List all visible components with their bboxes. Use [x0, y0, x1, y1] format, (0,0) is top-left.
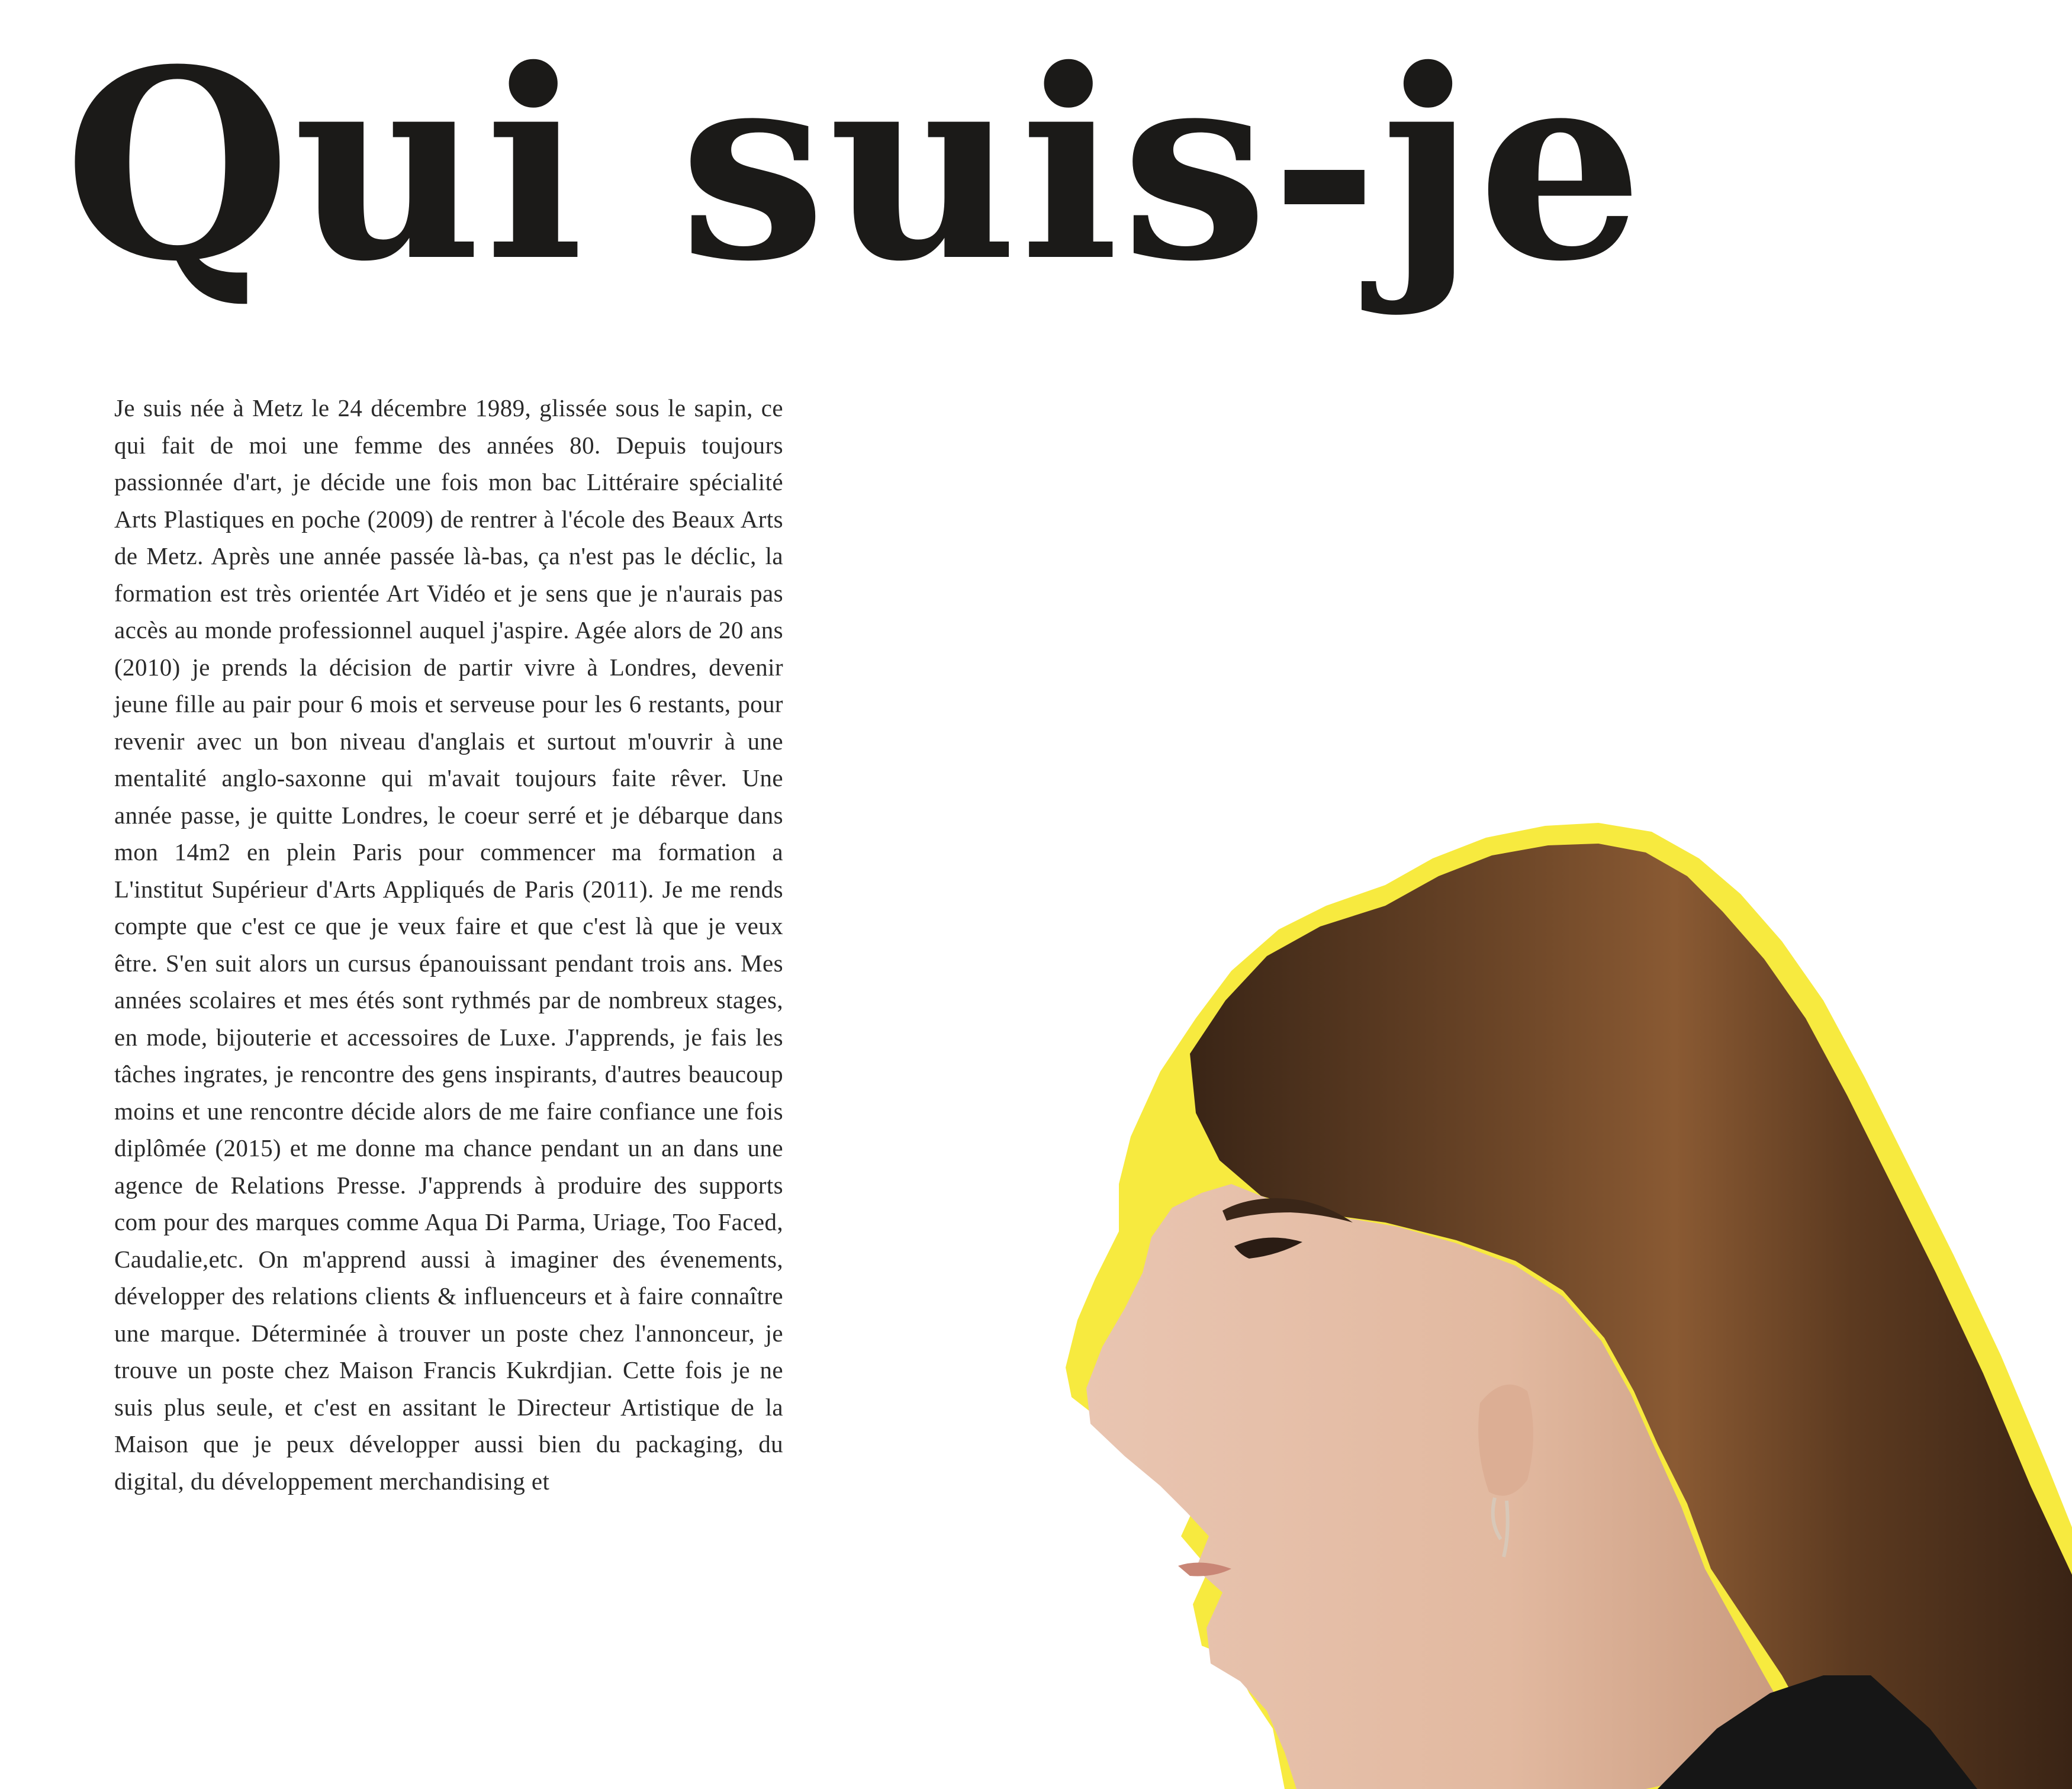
page: Qui suis-je Je suis née à Metz le 24 déc…: [0, 0, 2072, 1789]
portrait-image: [1054, 805, 2072, 1789]
page-title: Qui suis-je: [64, 12, 1646, 318]
bio-text: Je suis née à Metz le 24 décembre 1989, …: [114, 394, 783, 1495]
portrait-ear: [1478, 1384, 1533, 1496]
